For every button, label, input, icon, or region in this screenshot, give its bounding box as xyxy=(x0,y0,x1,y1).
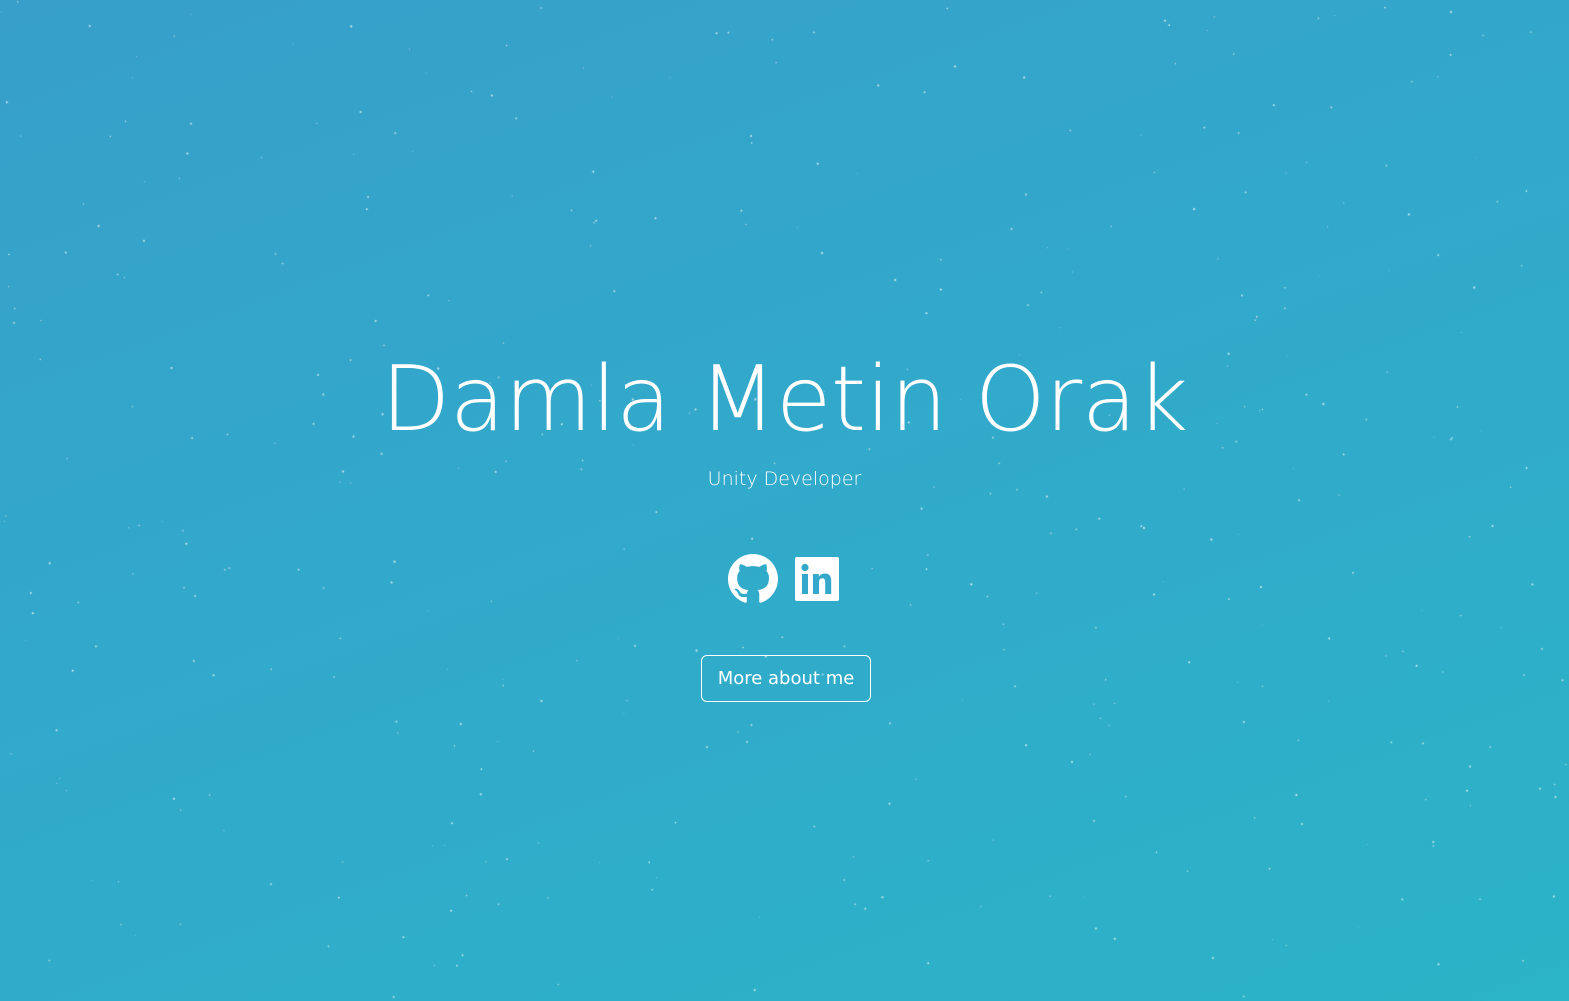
social-links xyxy=(0,554,1569,604)
more-about-me-button[interactable]: More about me xyxy=(701,655,871,702)
hero-section: Damla Metin Orak Unity Developer More ab… xyxy=(0,0,1569,1001)
linkedin-icon xyxy=(794,557,839,601)
linkedin-link[interactable] xyxy=(792,554,842,604)
hero-name: Damla Metin Orak xyxy=(381,347,1188,452)
github-icon xyxy=(727,554,778,603)
hero-role: Unity Developer xyxy=(707,468,862,490)
github-link[interactable] xyxy=(727,554,778,604)
